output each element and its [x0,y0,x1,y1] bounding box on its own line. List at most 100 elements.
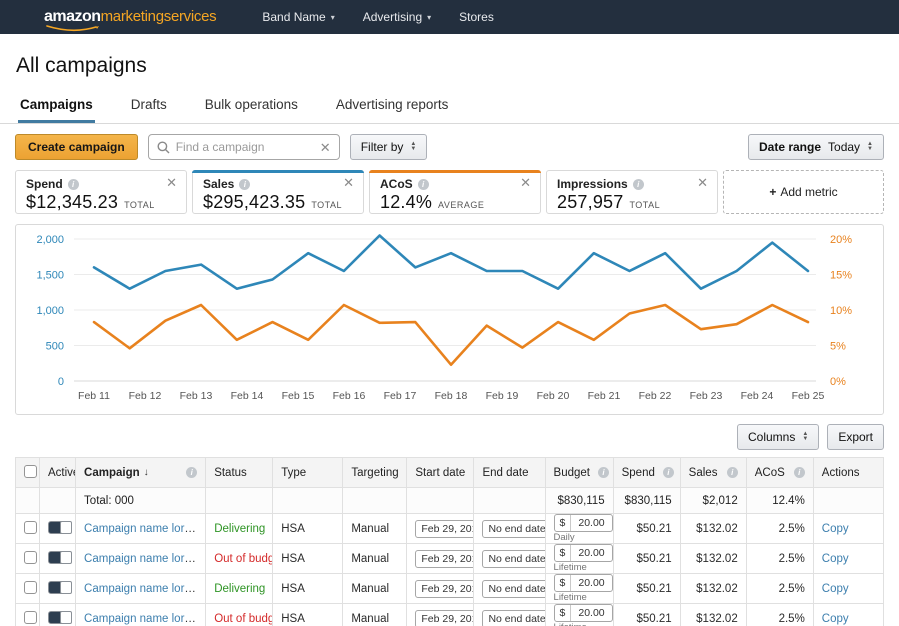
column-header-select[interactable] [16,458,40,488]
sales-value: $132.02 [696,583,738,595]
sales-value: $132.02 [696,613,738,625]
copy-link[interactable]: Copy [822,553,849,565]
metric-value: 257,957 [557,192,623,213]
nav-item-label: Stores [459,10,494,24]
metric-card-sales[interactable]: Salesi✕$295,423.35TOTAL [192,170,364,214]
sales-cell: $132.02 [680,544,746,574]
column-label: Type [281,467,306,479]
nav-item-band-name[interactable]: Band Name▾ [262,10,334,24]
end-date-input[interactable]: No end date [482,610,545,626]
acos-cell: 2.5% [746,574,813,604]
table-header-row: ActiveCampaign↓iStatusTypeTargetingiStar… [16,458,884,488]
column-label: ACoS [755,467,785,479]
header-label-wrap: Targetingi [351,467,398,479]
currency-symbol: $ [555,545,572,561]
budget-input[interactable]: $20.00 [554,544,613,562]
copy-link[interactable]: Copy [822,523,849,535]
filter-by-button[interactable]: Filter by ▲▼ [350,134,428,160]
campaign-cell: Campaign name lorem ipsum sit... [76,604,206,626]
metric-value-row: 257,957TOTAL [557,192,707,213]
create-campaign-button[interactable]: Create campaign [15,134,138,160]
clear-search-icon[interactable]: ✕ [320,141,331,154]
metric-card-acos[interactable]: ACoSi✕12.4%AVERAGE [369,170,541,214]
tab-drafts[interactable]: Drafts [129,91,169,123]
end-date-input[interactable]: No end date [482,550,545,568]
column-label: End date [482,467,528,479]
budget-input[interactable]: $20.00 [554,604,613,622]
close-metric-icon[interactable]: ✕ [343,176,354,189]
column-header-type: Type [273,458,343,488]
select-cell [16,604,40,626]
header-label-wrap: Status [214,467,264,479]
axis-tick-label: 2,000 [36,234,64,246]
close-metric-icon[interactable]: ✕ [697,176,708,189]
column-header-targeting: Targetingi [343,458,407,488]
status-text: Out of budget [214,553,273,565]
nav-item-stores[interactable]: Stores [459,10,494,24]
metric-cards: Spendi✕$12,345.23TOTALSalesi✕$295,423.35… [0,160,899,214]
active-toggle[interactable] [48,551,72,564]
start-date-input[interactable]: Feb 29, 2018 [415,580,474,598]
column-header-status: Status [206,458,273,488]
columns-button[interactable]: Columns ▲▼ [737,424,819,450]
budget-input[interactable]: $20.00 [554,574,613,592]
search-input[interactable] [176,140,314,154]
select-row-checkbox[interactable] [24,581,37,594]
campaign-link[interactable]: Campaign name lorem ipsum sit... [84,553,206,565]
copy-link[interactable]: Copy [822,583,849,595]
empty-cell [206,488,273,514]
actions-cell: Copy [813,604,883,626]
start-date-input[interactable]: Feb 29, 2018 [415,610,474,626]
budget-input[interactable]: $20.00 [554,514,613,532]
type-text: HSA [281,553,305,565]
start-date-input[interactable]: Feb 29, 2018 [415,520,474,538]
actions-cell: Copy [813,574,883,604]
status-cell: Out of budget [206,604,273,626]
header-label-wrap: Start date [415,467,465,479]
tab-advertising-reports[interactable]: Advertising reports [334,91,451,123]
budget-value: 20.00 [571,545,611,561]
table-row: Campaign name lorem ipsum sit... Out of b… [16,544,884,574]
add-metric-button[interactable]: + Add metric [723,170,884,214]
amazon-logo[interactable]: amazon marketingservices [44,8,216,26]
nav-item-advertising[interactable]: Advertising▾ [363,10,431,24]
metric-card-impressions[interactable]: Impressionsi✕257,957TOTAL [546,170,718,214]
column-label: Sales [689,467,718,479]
select-row-checkbox[interactable] [24,521,37,534]
campaign-search[interactable]: ✕ [148,134,340,160]
active-toggle[interactable] [48,521,72,534]
column-label: Targeting [351,467,398,479]
active-toggle[interactable] [48,581,72,594]
amazon-smile-icon [46,25,100,32]
start-date-input[interactable]: Feb 29, 2018 [415,550,474,568]
metric-name: Impressions [557,177,628,191]
date-range-button[interactable]: Date range Today ▲▼ [748,134,884,160]
column-header-campaign[interactable]: Campaign↓i [76,458,206,488]
targeting-text: Manual [351,583,389,595]
export-button[interactable]: Export [827,424,884,450]
campaign-link[interactable]: Campaign name lorem ipsum sit... [84,583,206,595]
axis-tick-label: 0% [830,376,846,388]
metric-qualifier: TOTAL [124,200,155,210]
axis-tick-label: Feb 16 [333,390,366,402]
info-icon: i [68,179,79,190]
select-row-checkbox[interactable] [24,551,37,564]
select-row-checkbox[interactable] [24,611,37,624]
nav-menu: Band Name▾ Advertising▾ Stores [262,10,493,24]
end-date-input[interactable]: No end date [482,520,545,538]
select-all-checkbox[interactable] [24,465,37,478]
metric-card-spend[interactable]: Spendi✕$12,345.23TOTAL [15,170,187,214]
active-toggle[interactable] [48,611,72,624]
metric-value: $12,345.23 [26,192,118,213]
chevron-down-icon: ▾ [331,13,335,22]
end-date-input[interactable]: No end date [482,580,545,598]
close-metric-icon[interactable]: ✕ [520,176,531,189]
info-icon: i [186,467,197,478]
campaign-link[interactable]: Campaign name lorem ipsum sit... [84,613,206,625]
info-icon: i [663,467,674,478]
close-metric-icon[interactable]: ✕ [166,176,177,189]
campaign-link[interactable]: Campaign name lorem ipsum sit... [84,523,206,535]
copy-link[interactable]: Copy [822,613,849,625]
tab-bulk-operations[interactable]: Bulk operations [203,91,300,123]
tab-campaigns[interactable]: Campaigns [18,91,95,123]
